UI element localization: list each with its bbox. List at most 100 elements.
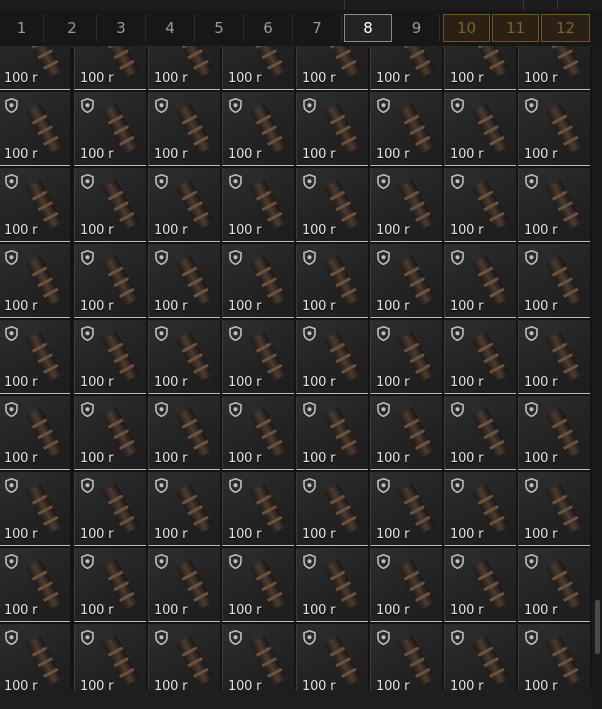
item-slot[interactable]: 100 r [222, 46, 294, 90]
item-slot[interactable]: 100 r [296, 396, 368, 470]
item-slot[interactable]: 100 r [444, 92, 516, 166]
item-slot[interactable]: 100 r [444, 472, 516, 546]
item-slot[interactable]: 100 r [518, 244, 590, 318]
item-slot[interactable]: 100 r [222, 92, 294, 166]
item-price: 100 r [228, 223, 262, 238]
item-slot[interactable]: 100 r [370, 472, 442, 546]
item-slot[interactable]: 100 r [518, 320, 590, 394]
item-slot[interactable]: 100 r [296, 472, 368, 546]
item-slot[interactable]: 100 r [74, 548, 146, 622]
item-slot[interactable]: 100 r [370, 168, 442, 242]
item-slot[interactable]: 100 r [74, 320, 146, 394]
item-slot[interactable]: 100 r [296, 624, 368, 690]
item-price: 100 r [450, 223, 484, 238]
item-slot[interactable]: 100 r [222, 244, 294, 318]
item-slot[interactable]: 100 r [0, 624, 70, 690]
item-slot[interactable]: 100 r [0, 548, 70, 622]
item-slot[interactable]: 100 r [370, 92, 442, 166]
shield-icon [155, 477, 168, 494]
item-slot[interactable]: 100 r [370, 244, 442, 318]
item-slot[interactable]: 100 r [518, 46, 590, 90]
item-slot[interactable]: 100 r [74, 472, 146, 546]
item-slot[interactable]: 100 r [0, 46, 70, 90]
item-slot[interactable]: 100 r [370, 46, 442, 90]
item-slot[interactable]: 100 r [222, 320, 294, 394]
item-slot[interactable]: 100 r [444, 320, 516, 394]
item-slot[interactable]: 100 r [148, 548, 220, 622]
tab-4[interactable]: 4 [146, 14, 195, 42]
item-slot[interactable]: 100 r [74, 624, 146, 690]
item-slot[interactable]: 100 r [370, 396, 442, 470]
item-slot[interactable]: 100 r [518, 168, 590, 242]
item-slot[interactable]: 100 r [0, 396, 70, 470]
item-slot[interactable]: 100 r [222, 168, 294, 242]
item-slot[interactable]: 100 r [222, 472, 294, 546]
item-price: 100 r [302, 71, 336, 86]
tab-8[interactable]: 8 [344, 14, 392, 42]
tab-5[interactable]: 5 [195, 14, 244, 42]
item-price: 100 r [154, 603, 188, 618]
item-slot[interactable]: 100 r [296, 548, 368, 622]
item-price: 100 r [4, 679, 38, 690]
item-slot[interactable]: 100 r [0, 92, 70, 166]
item-slot[interactable]: 100 r [296, 92, 368, 166]
item-slot[interactable]: 100 r [74, 92, 146, 166]
item-slot[interactable]: 100 r [296, 244, 368, 318]
item-slot[interactable]: 100 r [148, 472, 220, 546]
item-price: 100 r [524, 527, 558, 542]
shield-icon [5, 97, 18, 114]
tab-11[interactable]: 11 [492, 14, 539, 42]
item-slot[interactable]: 100 r [74, 46, 146, 90]
shield-icon [81, 173, 94, 190]
item-slot[interactable]: 100 r [74, 396, 146, 470]
item-slot[interactable]: 100 r [0, 472, 70, 546]
tab-7[interactable]: 7 [293, 14, 342, 42]
shield-icon [229, 477, 242, 494]
item-slot[interactable]: 100 r [444, 548, 516, 622]
tab-10[interactable]: 10 [443, 14, 490, 42]
item-slot[interactable]: 100 r [370, 548, 442, 622]
item-slot[interactable]: 100 r [518, 624, 590, 690]
item-slot[interactable]: 100 r [444, 244, 516, 318]
item-slot[interactable]: 100 r [518, 92, 590, 166]
scrollbar-thumb[interactable] [595, 600, 600, 654]
item-price: 100 r [80, 299, 114, 314]
item-slot[interactable]: 100 r [222, 548, 294, 622]
item-slot[interactable]: 100 r [444, 396, 516, 470]
item-slot[interactable]: 100 r [296, 46, 368, 90]
item-slot[interactable]: 100 r [74, 168, 146, 242]
item-slot[interactable]: 100 r [370, 320, 442, 394]
tab-2[interactable]: 2 [48, 14, 97, 42]
item-slot[interactable]: 100 r [444, 624, 516, 690]
tab-label: 10 [456, 19, 477, 37]
item-price: 100 r [154, 71, 188, 86]
item-slot[interactable]: 100 r [518, 472, 590, 546]
tab-1[interactable]: 1 [0, 14, 44, 42]
item-slot[interactable]: 100 r [148, 46, 220, 90]
tab-12[interactable]: 12 [541, 14, 590, 42]
item-slot[interactable]: 100 r [0, 320, 70, 394]
item-slot[interactable]: 100 r [0, 168, 70, 242]
item-slot[interactable]: 100 r [148, 92, 220, 166]
item-slot[interactable]: 100 r [518, 396, 590, 470]
item-slot[interactable]: 100 r [148, 244, 220, 318]
item-slot[interactable]: 100 r [444, 168, 516, 242]
item-slot[interactable]: 100 r [148, 624, 220, 690]
item-slot[interactable]: 100 r [148, 320, 220, 394]
item-slot[interactable]: 100 r [74, 244, 146, 318]
shield-icon [525, 401, 538, 418]
item-slot[interactable]: 100 r [518, 548, 590, 622]
item-slot[interactable]: 100 r [148, 396, 220, 470]
item-slot[interactable]: 100 r [222, 396, 294, 470]
item-slot[interactable]: 100 r [0, 244, 70, 318]
item-slot[interactable]: 100 r [370, 624, 442, 690]
tab-9[interactable]: 9 [394, 14, 440, 42]
item-price: 100 r [524, 147, 558, 162]
tab-6[interactable]: 6 [244, 14, 293, 42]
item-slot[interactable]: 100 r [148, 168, 220, 242]
item-slot[interactable]: 100 r [296, 168, 368, 242]
item-slot[interactable]: 100 r [296, 320, 368, 394]
item-slot[interactable]: 100 r [222, 624, 294, 690]
tab-3[interactable]: 3 [97, 14, 146, 42]
item-slot[interactable]: 100 r [444, 46, 516, 90]
